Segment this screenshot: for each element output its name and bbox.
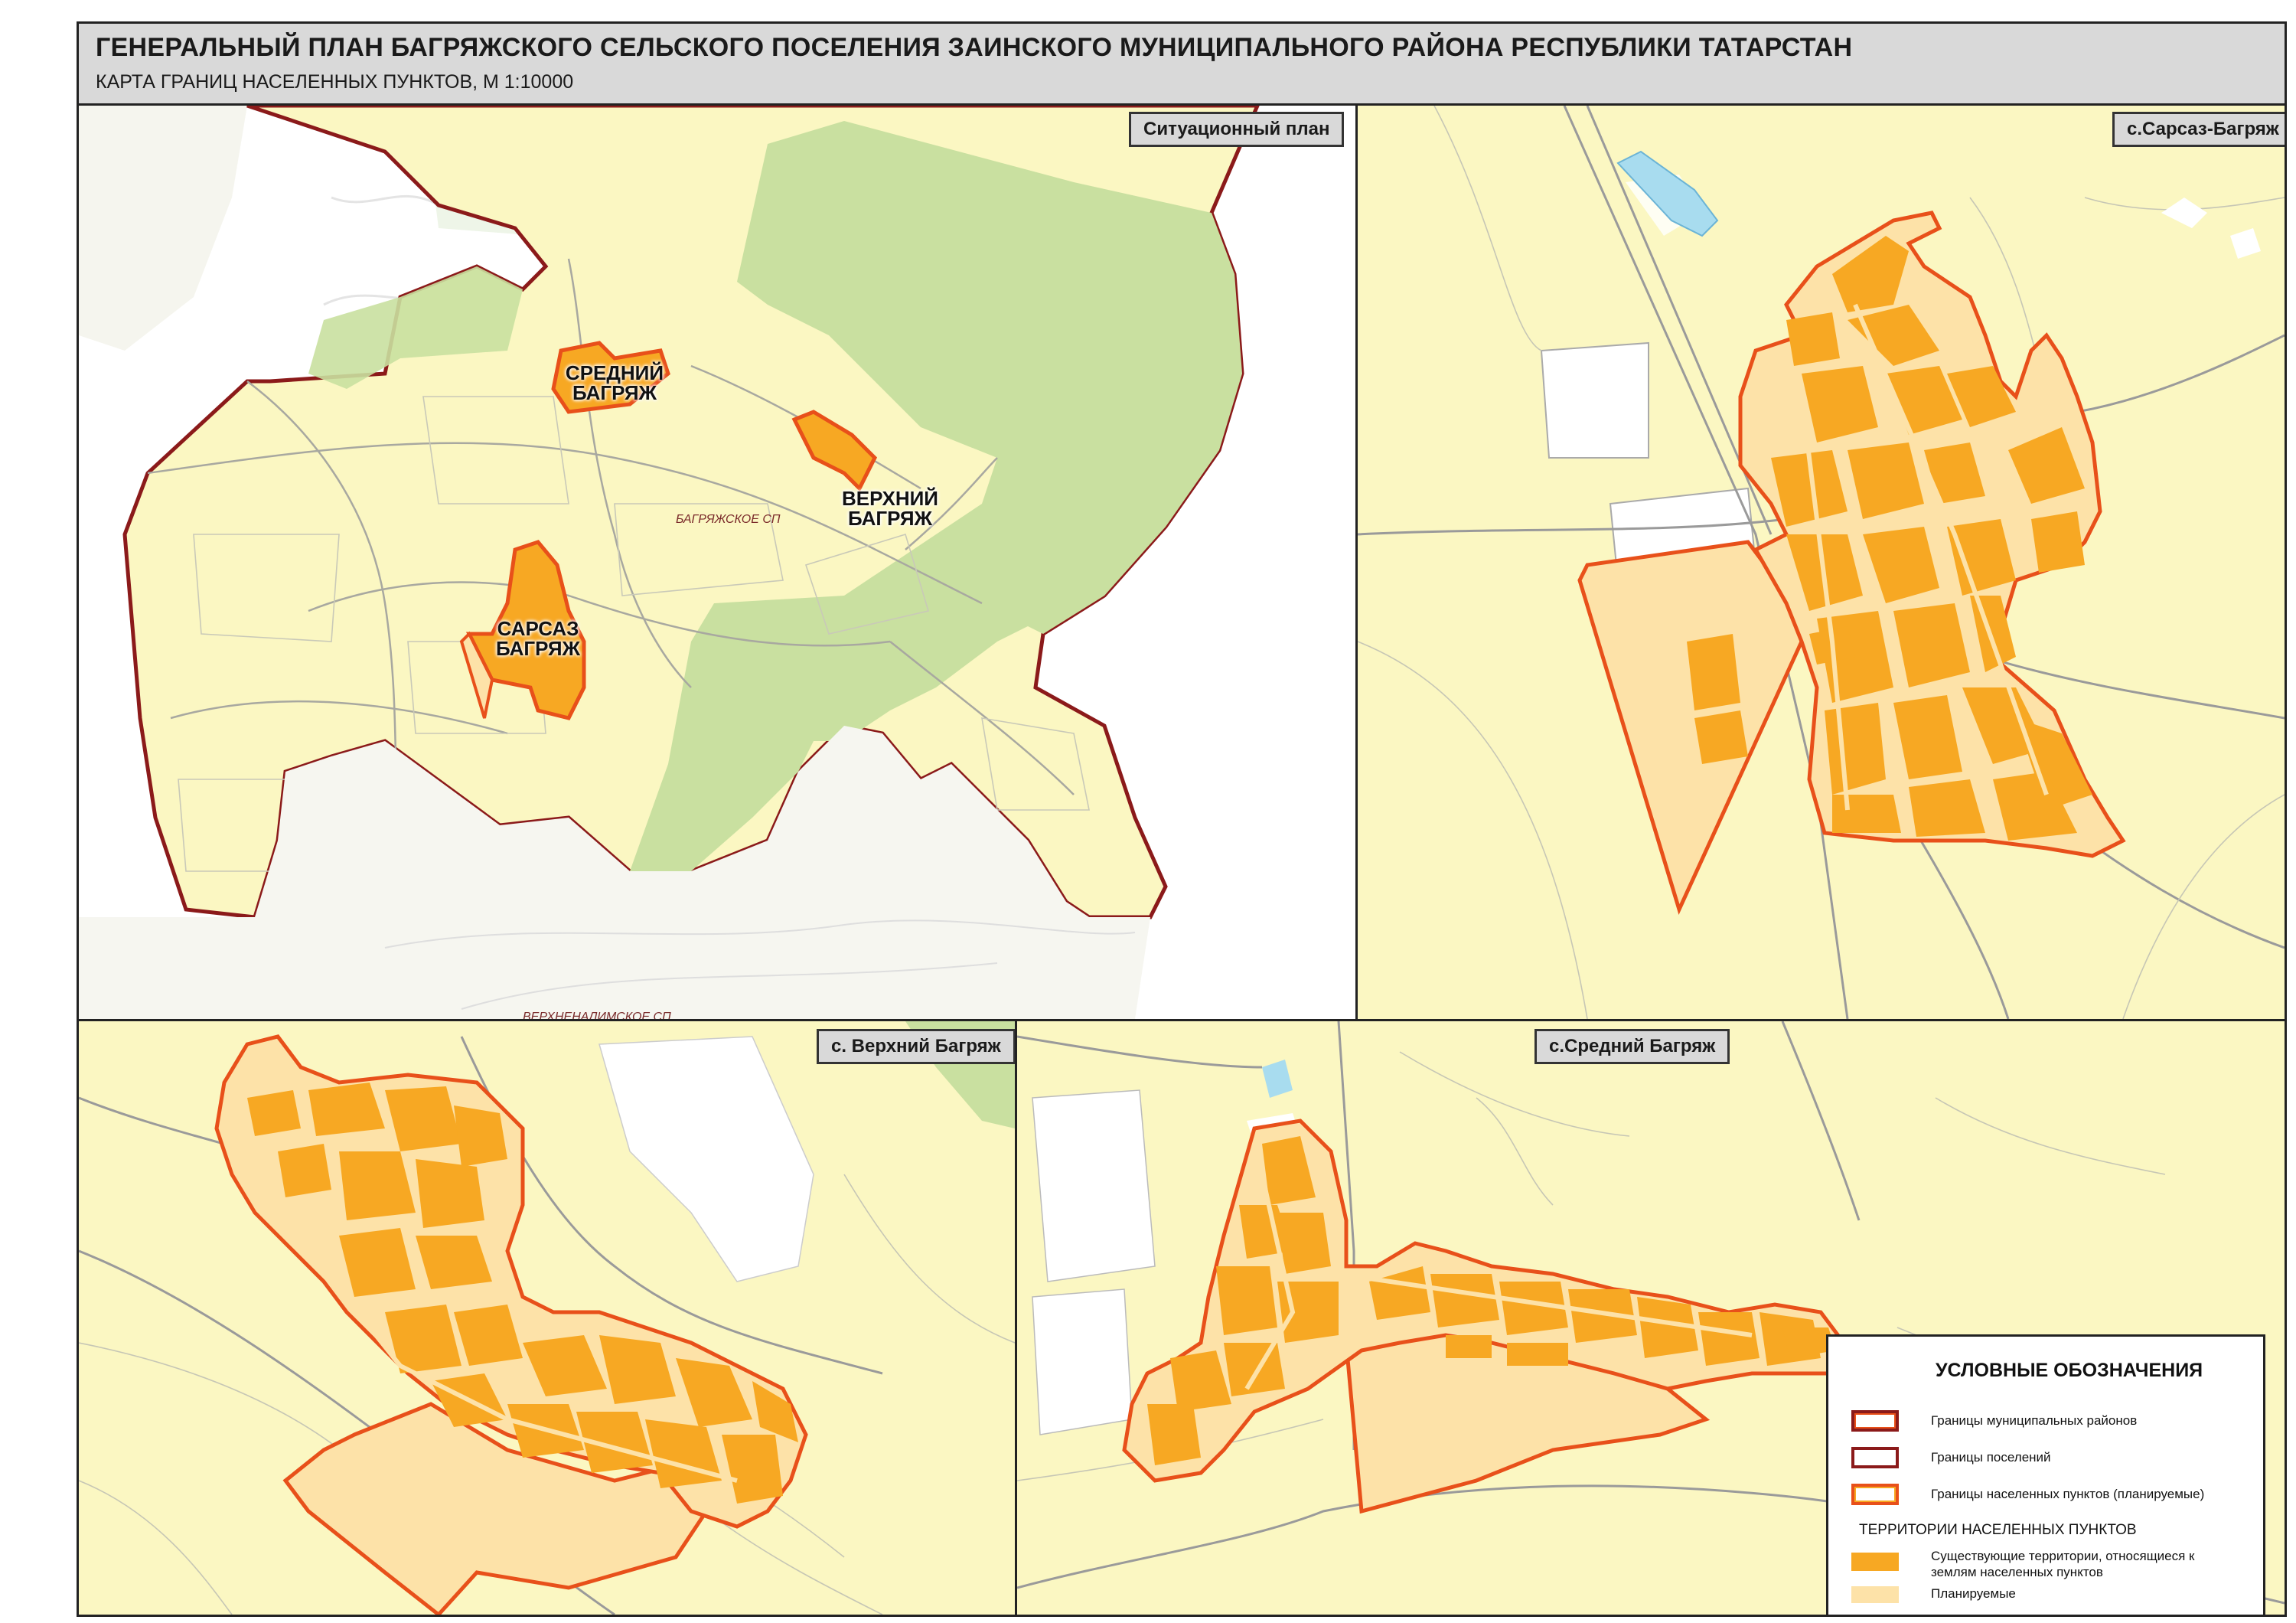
panel-label-sredny: с.Средний Багряж	[1534, 1029, 1730, 1064]
legend-label-municipal: Границы муниципальных районов	[1931, 1413, 2138, 1428]
situation-plan-map	[79, 106, 1355, 1019]
municipal-boundary-symbol	[1851, 1410, 1899, 1432]
panel-label-situation: Ситуационный план	[1129, 112, 1345, 147]
panel-label-verkhny: с. Верхний Багряж	[817, 1029, 1015, 1064]
map-sheet: ГЕНЕРАЛЬНЫЙ ПЛАН БАГРЯЖСКОГО СЕЛЬСКОГО П…	[77, 21, 2287, 1617]
legend-subheading: ТЕРРИТОРИИ НАСЕЛЕННЫХ ПУНКТОВ	[1859, 1522, 2137, 1538]
legend-label-locality: Границы населенных пунктов (планируемые)	[1931, 1487, 2205, 1501]
planned-territory-swatch	[1851, 1586, 1899, 1603]
legend-label-settlement: Границы поселений	[1931, 1450, 2051, 1465]
verkhny-bagryazh-map	[79, 1021, 1015, 1615]
map-subtitle: КАРТА ГРАНИЦ НАСЕЛЕННЫХ ПУНКТОВ, М 1:100…	[96, 71, 574, 93]
label-bagryazh-sp: БАГРЯЖСКОЕ СП	[676, 513, 781, 526]
sarsaz-bagryazh-map	[1358, 106, 2285, 1019]
map-legend: УСЛОВНЫЕ ОБОЗНАЧЕНИЯ Границы муниципальн…	[1826, 1334, 2265, 1615]
map-title: ГЕНЕРАЛЬНЫЙ ПЛАН БАГРЯЖСКОГО СЕЛЬСКОГО П…	[96, 33, 1853, 62]
panel-label-sarsaz: с.Сарсаз-Багряж	[2112, 112, 2285, 147]
situation-plan-panel: Ситуационный план СРЕДНИЙ БАГРЯЖ ВЕРХНИЙ…	[79, 106, 1358, 1021]
legend-label-existing: Существующие территории, относящиеся к з…	[1931, 1549, 2195, 1579]
label-verkhnenalimskoe-sp: ВЕРХНЕНАЛИМСКОЕ СП	[523, 1011, 671, 1021]
label-verkhny-bagryazh: ВЕРХНИЙ БАГРЯЖ	[842, 487, 938, 530]
settlement-boundary-symbol	[1851, 1447, 1899, 1468]
label-sarsaz-bagryazh: САРСАЗ БАГРЯЖ	[495, 617, 581, 660]
existing-territory-swatch	[1851, 1553, 1899, 1571]
title-block: ГЕНЕРАЛЬНЫЙ ПЛАН БАГРЯЖСКОГО СЕЛЬСКОГО П…	[79, 24, 2285, 106]
legend-label-planned: Планируемые	[1931, 1586, 2016, 1601]
locality-boundary-symbol	[1851, 1484, 1899, 1505]
label-sredny-bagryazh: СРЕДНИЙ БАГРЯЖ	[565, 361, 664, 404]
sarsaz-bagryazh-panel: с.Сарсаз-Багряж	[1358, 106, 2285, 1021]
verkhny-bagryazh-panel: с. Верхний Багряж	[79, 1021, 1017, 1615]
legend-title: УСЛОВНЫЕ ОБОЗНАЧЕНИЯ	[1936, 1360, 2203, 1381]
